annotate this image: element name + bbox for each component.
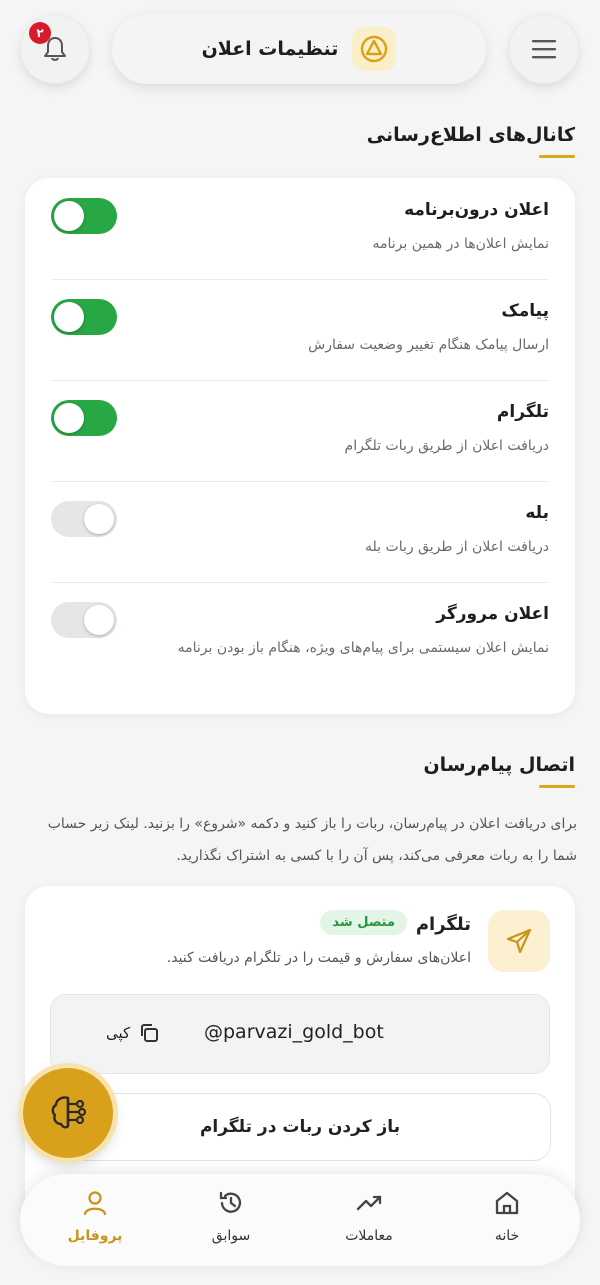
sms-toggle[interactable]	[51, 299, 117, 335]
nav-home[interactable]: خانه	[452, 1188, 562, 1244]
telegram-desc: اعلان‌های سفارش و قیمت را در تلگرام دریا…	[166, 950, 471, 966]
menu-button[interactable]	[509, 14, 579, 84]
channel-row-browser: اعلان مرورگر نمایش اعلان سیستمی برای پیا…	[51, 602, 549, 663]
channel-title: پیامک	[501, 301, 549, 321]
channel-row-in-app: اعلان درون‌برنامه نمایش اعلان‌ها در همین…	[51, 198, 549, 259]
nav-label: سوابق	[211, 1228, 251, 1244]
nav-profile[interactable]: پروفایل	[40, 1188, 150, 1244]
channel-desc: دریافت اعلان از طریق ربات بله	[365, 539, 549, 555]
status-badge: متصل شد	[320, 910, 407, 935]
divider	[51, 481, 549, 482]
browser-toggle[interactable]	[51, 602, 117, 638]
channel-row-bale: بله دریافت اعلان از طریق ربات بله	[51, 501, 549, 562]
app-logo-icon	[352, 27, 397, 71]
send-icon	[488, 910, 550, 972]
channel-desc: دریافت اعلان از طریق ربات تلگرام	[344, 438, 549, 454]
history-icon	[219, 1191, 242, 1213]
home-icon	[495, 1191, 519, 1215]
page-title-bar: تنظیمات اعلان	[112, 14, 486, 84]
channels-card: اعلان درون‌برنامه نمایش اعلان‌ها در همین…	[25, 178, 575, 714]
channel-title: تلگرام	[496, 402, 549, 422]
telegram-title: تلگرام	[415, 914, 471, 935]
channel-row-sms: پیامک ارسال پیامک هنگام تغییر وضعیت سفار…	[51, 299, 549, 360]
copy-button[interactable]: کپی	[106, 1022, 160, 1044]
copy-icon	[141, 1024, 159, 1042]
channel-desc: نمایش اعلان‌ها در همین برنامه	[372, 236, 549, 252]
messenger-intro: برای دریافت اعلان در پیام‌رسان، ربات را …	[47, 816, 577, 864]
divider	[51, 380, 549, 381]
messenger-section-title: اتصال پیام‌رسان	[423, 754, 575, 788]
bottom-nav: خانه معاملات سوابق پروفایل	[20, 1174, 580, 1266]
channel-desc: ارسال پیامک هنگام تغییر وضعیت سفارش	[308, 337, 549, 353]
bot-link-box: @parvazi_gold_bot کپی	[50, 994, 550, 1074]
in-app-toggle[interactable]	[51, 198, 117, 234]
channel-title: اعلان مرورگر	[436, 604, 549, 624]
bot-handle: @parvazi_gold_bot	[204, 1021, 384, 1043]
brain-circuit-icon	[51, 1096, 87, 1129]
telegram-toggle[interactable]	[51, 400, 117, 436]
channel-title: اعلان درون‌برنامه	[404, 200, 549, 220]
user-icon	[83, 1191, 107, 1216]
divider	[51, 279, 549, 280]
divider	[51, 582, 549, 583]
notifications-button[interactable]: ۲	[20, 14, 90, 84]
nav-label: معاملات	[345, 1228, 393, 1244]
nav-trades[interactable]: معاملات	[314, 1188, 424, 1244]
page-title: تنظیمات اعلان	[201, 38, 339, 60]
nav-history[interactable]: سوابق	[176, 1188, 286, 1244]
copy-label: کپی	[106, 1024, 131, 1042]
nav-label: پروفایل	[67, 1228, 123, 1244]
nav-label: خانه	[494, 1228, 520, 1244]
channel-desc: نمایش اعلان سیستمی برای پیام‌های ویژه، ه…	[177, 640, 549, 656]
trend-icon	[356, 1195, 382, 1211]
channels-section-title: کانال‌های اطلاع‌رسانی	[366, 124, 576, 158]
open-bot-button[interactable]: باز کردن ربات در تلگرام	[50, 1094, 550, 1160]
hamburger-icon	[532, 40, 556, 59]
channel-row-telegram: تلگرام دریافت اعلان از طریق ربات تلگرام	[51, 400, 549, 461]
channel-title: بله	[525, 503, 549, 523]
notification-badge: ۲	[29, 22, 51, 44]
bale-toggle[interactable]	[51, 501, 117, 537]
ai-assistant-button[interactable]	[23, 1068, 113, 1158]
